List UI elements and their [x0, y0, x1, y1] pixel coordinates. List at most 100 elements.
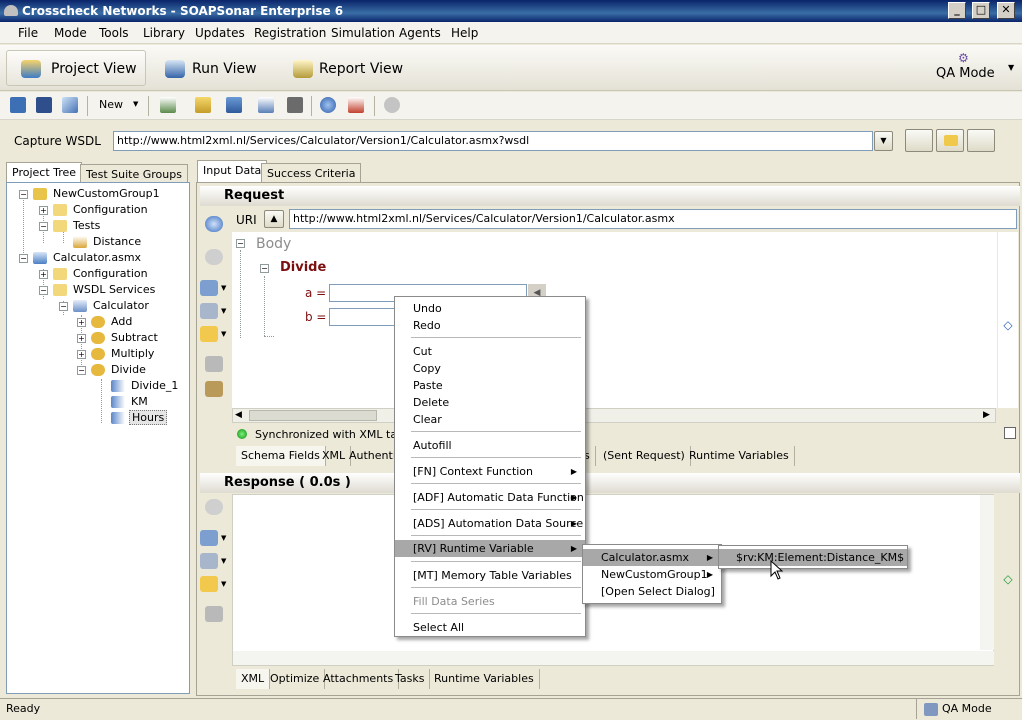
tree-node-subtract[interactable]: Subtract — [111, 331, 158, 344]
check-icon[interactable] — [205, 249, 223, 265]
uri-history-button[interactable]: ▲ — [264, 210, 284, 228]
key-icon[interactable] — [205, 381, 223, 397]
tree-node-km[interactable]: KM — [131, 395, 148, 408]
dropdown-icon[interactable]: ▼ — [221, 284, 226, 292]
report-view-tab[interactable]: Report View — [282, 50, 422, 86]
response-horizontal-scrollbar[interactable] — [233, 651, 994, 665]
request-horizontal-scrollbar[interactable]: ◀ ▶ — [232, 408, 996, 423]
check-icon[interactable] — [205, 499, 223, 515]
close-button[interactable]: ✕ — [997, 2, 1015, 19]
menu-item-delete[interactable]: Delete — [395, 394, 585, 411]
tab-test-suite-groups[interactable]: Test Suite Groups — [80, 164, 188, 184]
expand-toggle[interactable]: + — [39, 206, 48, 215]
import-icon[interactable] — [200, 280, 218, 296]
qa-mode-dropdown-icon[interactable]: ▼ — [1008, 63, 1014, 72]
uri-input[interactable]: http://www.html2xml.nl/Services/Calculat… — [289, 209, 1017, 229]
tree-node-group[interactable]: NewCustomGroup1 — [53, 187, 160, 200]
send-icon[interactable] — [205, 216, 223, 232]
new-button[interactable]: New — [99, 98, 123, 111]
collapse-toggle[interactable]: − — [77, 366, 86, 375]
menu-item-memory-table-variables[interactable]: [MT] Memory Table Variables — [395, 567, 585, 584]
menu-item-redo[interactable]: Redo — [395, 317, 585, 334]
new-dropdown-icon[interactable]: ▼ — [133, 100, 138, 108]
tree-node-configuration[interactable]: Configuration — [73, 203, 148, 216]
tab-input-data[interactable]: Input Data — [197, 160, 268, 182]
tab-response-runtime-variables[interactable]: Runtime Variables — [429, 669, 540, 689]
project-view-tab[interactable]: Project View — [6, 50, 146, 86]
collapse-toggle[interactable]: − — [39, 222, 48, 231]
submenu-item-open-select-dialog[interactable]: [Open Select Dialog] — [583, 583, 721, 600]
collapse-toggle[interactable]: − — [19, 254, 28, 263]
menu-registration[interactable]: Registration — [254, 26, 326, 40]
tree-node-divide-1[interactable]: Divide_1 — [131, 379, 178, 392]
edit-icon[interactable] — [200, 553, 218, 569]
columns-icon[interactable] — [287, 97, 303, 113]
expand-panel-icon[interactable]: ◇ — [998, 232, 1018, 408]
grid-icon[interactable] — [348, 97, 364, 113]
menu-mode[interactable]: Mode — [54, 26, 87, 40]
menu-item-copy[interactable]: Copy — [395, 360, 585, 377]
submenu-item-newcustomgroup1[interactable]: NewCustomGroup1 ▶ — [583, 566, 721, 583]
dropdown-icon[interactable]: ▼ — [221, 534, 226, 542]
run-view-tab[interactable]: Run View — [150, 50, 280, 86]
menu-simulation[interactable]: Simulation — [331, 26, 395, 40]
collapse-toggle[interactable]: − — [260, 264, 269, 273]
dropdown-icon[interactable]: ▼ — [221, 580, 226, 588]
open-folder-button[interactable] — [936, 129, 964, 152]
menu-item-autofill[interactable]: Autofill — [395, 437, 585, 454]
tools-button[interactable] — [967, 129, 995, 152]
scroll-thumb[interactable] — [249, 410, 377, 421]
wsdl-url-input[interactable]: http://www.html2xml.nl/Services/Calculat… — [113, 131, 873, 151]
function-icon[interactable] — [200, 576, 218, 592]
globe-icon[interactable] — [320, 97, 336, 113]
response-vertical-scrollbar[interactable] — [980, 495, 994, 650]
edit-icon[interactable] — [200, 303, 218, 319]
expand-toggle[interactable]: + — [77, 350, 86, 359]
tree-node-add[interactable]: Add — [111, 315, 132, 328]
tree-node-multiply[interactable]: Multiply — [111, 347, 154, 360]
menu-help[interactable]: Help — [451, 26, 478, 40]
comment-icon[interactable] — [205, 356, 223, 372]
expand-toggle[interactable]: + — [39, 270, 48, 279]
scroll-right-icon[interactable]: ▶ — [983, 410, 990, 420]
tree-node-configuration[interactable]: Configuration — [73, 267, 148, 280]
import-icon[interactable] — [200, 530, 218, 546]
tab-success-criteria[interactable]: Success Criteria — [261, 163, 362, 183]
menu-item-context-function[interactable]: [FN] Context Function ▶ — [395, 463, 585, 480]
restore-panel-icon[interactable] — [1004, 427, 1016, 439]
menu-updates[interactable]: Updates — [195, 26, 245, 40]
menu-file[interactable]: File — [18, 26, 38, 40]
expand-toggle[interactable]: + — [77, 318, 86, 327]
menu-agents[interactable]: Agents — [399, 26, 441, 40]
library-icon[interactable] — [195, 97, 211, 113]
wsdl-url-dropdown[interactable]: ▼ — [874, 131, 893, 151]
scroll-left-icon[interactable]: ◀ — [235, 410, 242, 420]
menu-item-automation-data-source[interactable]: [ADS] Automation Data Source ▶ — [395, 515, 585, 532]
menu-library[interactable]: Library — [143, 26, 185, 40]
menu-item-undo[interactable]: Undo — [395, 300, 585, 317]
menu-item-paste[interactable]: Paste — [395, 377, 585, 394]
menu-item-automatic-data-function[interactable]: [ADF] Automatic Data Function ▶ — [395, 489, 585, 506]
submenu-item-distance-km[interactable]: $rv:KM:Element:Distance_KM$ — [719, 549, 907, 566]
check-icon[interactable] — [384, 97, 400, 113]
qa-mode-button[interactable]: QA Mode — [936, 66, 995, 81]
menu-item-runtime-variable[interactable]: [RV] Runtime Variable ▶ — [395, 540, 585, 557]
save-icon[interactable] — [36, 97, 52, 113]
tree-node-divide[interactable]: Divide — [111, 363, 146, 376]
menu-item-clear[interactable]: Clear — [395, 411, 585, 428]
function-icon[interactable] — [200, 326, 218, 342]
expand-toggle[interactable]: + — [77, 334, 86, 343]
expand-response-icon[interactable]: ◇ — [998, 572, 1018, 588]
tab-sent-request[interactable]: (Sent Request) — [598, 446, 691, 466]
tree-node-tests[interactable]: Tests — [73, 219, 100, 232]
capture-button[interactable] — [905, 129, 933, 152]
collapse-toggle[interactable]: − — [39, 286, 48, 295]
save-as-icon[interactable] — [62, 97, 78, 113]
tab-attachments[interactable]: Attachments — [318, 669, 400, 689]
collapse-toggle[interactable]: − — [236, 239, 245, 248]
submenu-item-calculator-asmx[interactable]: Calculator.asmx ▶ — [583, 549, 721, 566]
tree-node-distance[interactable]: Distance — [93, 235, 141, 248]
menu-item-select-all[interactable]: Select All — [395, 619, 585, 636]
sort-icon[interactable] — [226, 97, 242, 113]
open-icon[interactable] — [10, 97, 26, 113]
